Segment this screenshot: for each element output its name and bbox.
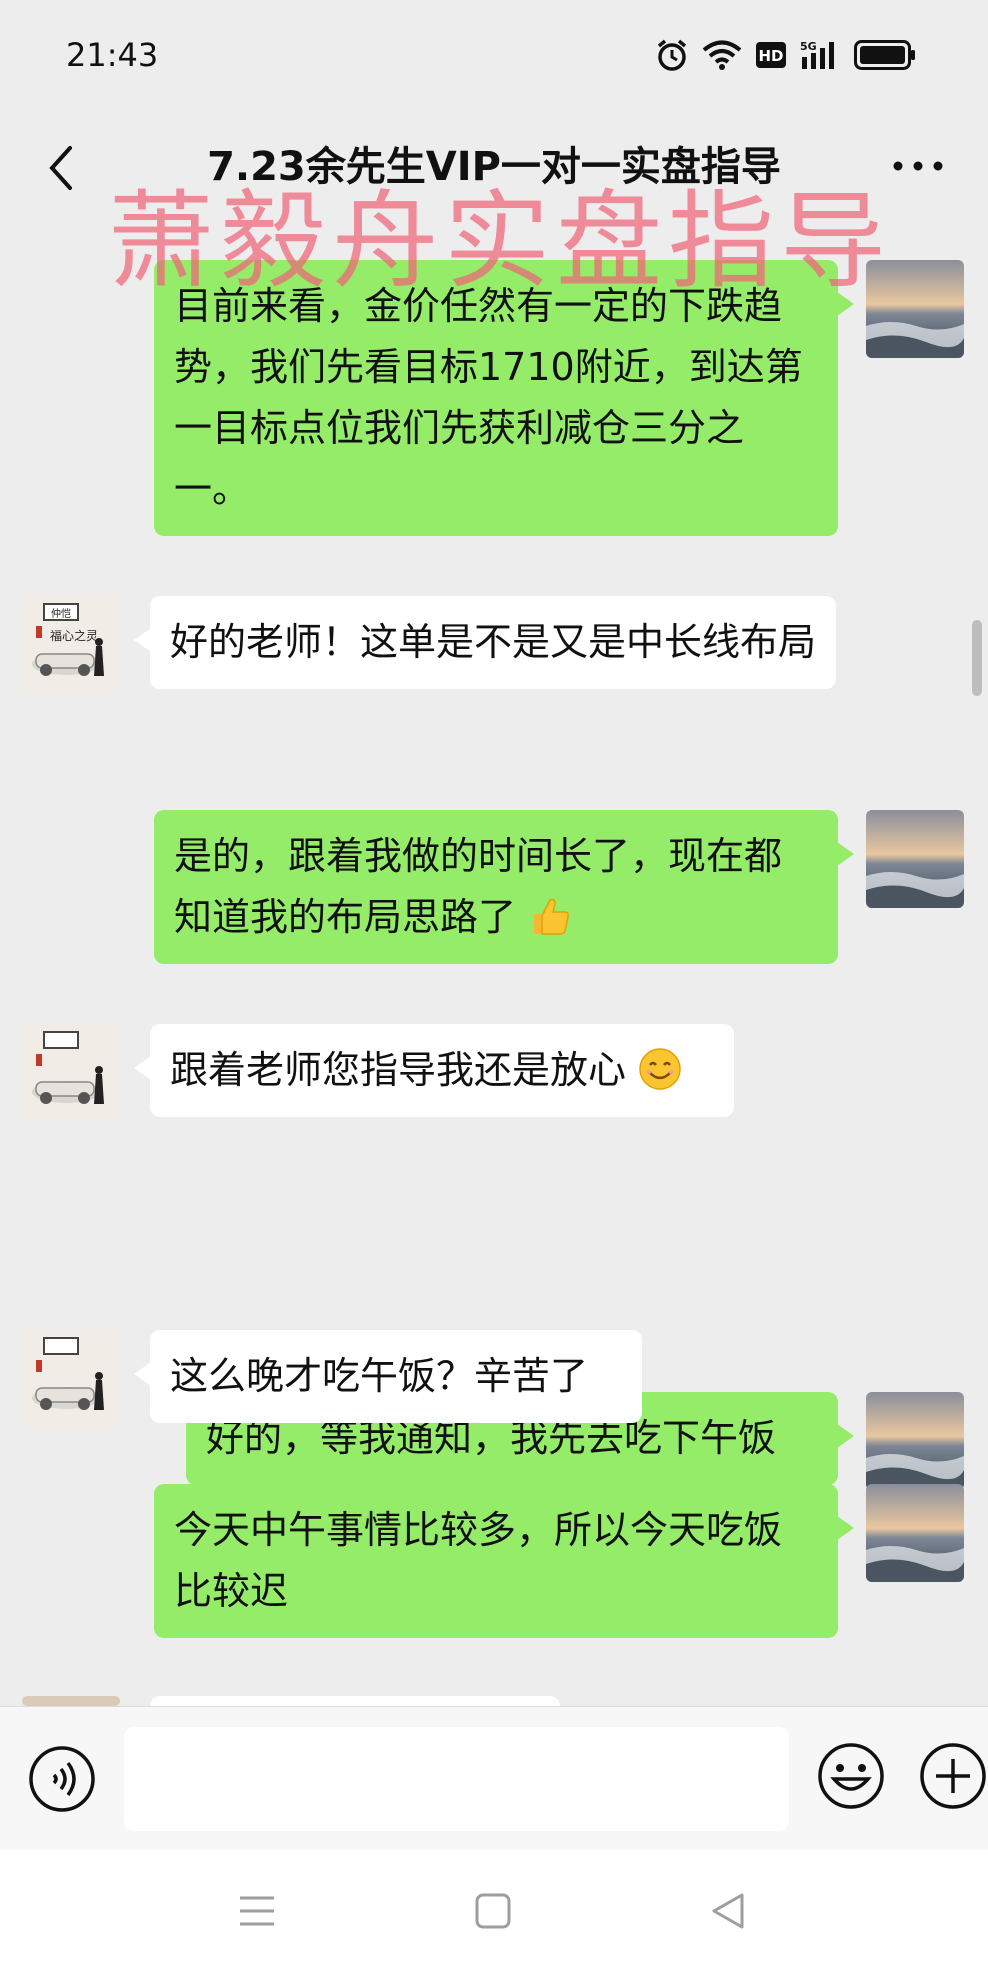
avatar-contact-partial xyxy=(22,1696,120,1706)
message-bubble-partial xyxy=(150,1696,560,1706)
avatar-caption-top: 仲恺 xyxy=(51,607,71,620)
message-text: 这么晚才吃午饭？辛苦了 xyxy=(170,1354,589,1398)
status-icons: HD 5G xyxy=(656,38,916,72)
car-calligraphy-avatar-image xyxy=(22,1330,120,1428)
back-arrow-icon[interactable] xyxy=(40,134,80,204)
plus-icon[interactable] xyxy=(918,1741,988,1811)
message-bubble-received[interactable]: 好的老师！这单是不是又是中长线布局 xyxy=(134,596,836,689)
car-calligraphy-avatar-image xyxy=(22,1024,120,1122)
avatar-caption-main: 福心之灵 xyxy=(50,628,98,643)
message-text: 跟着老师您指导我还是放心 xyxy=(170,1048,627,1092)
message-bubble-sent[interactable]: 今天中午事情比较多，所以今天吃饭比较迟 xyxy=(154,1484,854,1638)
chat-header: 7.23余先生VIP一对一实盘指导 xyxy=(0,110,988,260)
input-bar xyxy=(0,1706,988,1851)
5g-signal-icon: 5G xyxy=(800,40,834,69)
avatar-self[interactable] xyxy=(866,260,964,358)
alarm-icon xyxy=(657,39,687,71)
system-nav-bar xyxy=(0,1850,988,1972)
message-input[interactable] xyxy=(124,1727,789,1831)
hd-label: HD xyxy=(758,47,783,65)
seascape-avatar-image xyxy=(866,260,964,358)
back-triangle-icon[interactable] xyxy=(704,1886,754,1936)
avatar-self[interactable] xyxy=(866,1392,964,1490)
avatar-contact[interactable]: 仲恺 福心之灵 xyxy=(22,596,120,694)
message-bubble-sent[interactable]: 目前来看，金价任然有一定的下跌趋势，我们先看目标1710附近，到达第一目标点位我… xyxy=(154,260,854,536)
status-time: 21:43 xyxy=(66,36,159,74)
thumbs-up-emoji-icon xyxy=(534,898,570,935)
status-bar: 21:43 HD 5G xyxy=(0,0,988,110)
more-dots-icon[interactable] xyxy=(888,146,948,186)
avatar-contact[interactable] xyxy=(22,1330,120,1428)
seascape-avatar-image xyxy=(866,1484,964,1582)
wifi-icon xyxy=(702,40,742,70)
home-icon[interactable] xyxy=(468,1886,518,1936)
menu-icon[interactable] xyxy=(232,1886,282,1936)
chat-title: 7.23余先生VIP一对一实盘指导 xyxy=(207,144,781,190)
battery-icon xyxy=(854,40,915,70)
seascape-avatar-image xyxy=(866,810,964,908)
message-text: 目前来看，金价任然有一定的下跌趋势，我们先看目标1710附近，到达第一目标点位我… xyxy=(174,284,803,511)
message-bubble-sent[interactable]: 是的，跟着我做的时间长了，现在都知道我的布局思路了 xyxy=(154,810,854,964)
car-calligraphy-avatar-image: 仲恺 福心之灵 xyxy=(22,596,120,694)
message-bubble-received[interactable]: 这么晚才吃午饭？辛苦了 xyxy=(134,1330,642,1423)
seascape-avatar-image xyxy=(866,1392,964,1490)
emoji-icon[interactable] xyxy=(816,1741,886,1811)
avatar-contact[interactable] xyxy=(22,1024,120,1122)
voice-icon[interactable] xyxy=(28,1745,96,1813)
network-label: 5G xyxy=(800,40,817,53)
hd-icon: HD xyxy=(756,42,786,68)
avatar-self[interactable] xyxy=(866,810,964,908)
message-text: 今天中午事情比较多，所以今天吃饭比较迟 xyxy=(174,1508,783,1613)
message-text: 好的老师！这单是不是又是中长线布局 xyxy=(170,620,817,664)
scroll-indicator[interactable] xyxy=(972,620,982,696)
message-bubble-received[interactable]: 跟着老师您指导我还是放心 xyxy=(134,1024,734,1117)
avatar-self[interactable] xyxy=(866,1484,964,1582)
message-list[interactable]: 目前来看，金价任然有一定的下跌趋势，我们先看目标1710附近，到达第一目标点位我… xyxy=(0,260,988,1706)
smiling-face-emoji-icon xyxy=(639,1048,681,1090)
message-text: 是的，跟着我做的时间长了，现在都知道我的布局思路了 xyxy=(174,834,783,939)
